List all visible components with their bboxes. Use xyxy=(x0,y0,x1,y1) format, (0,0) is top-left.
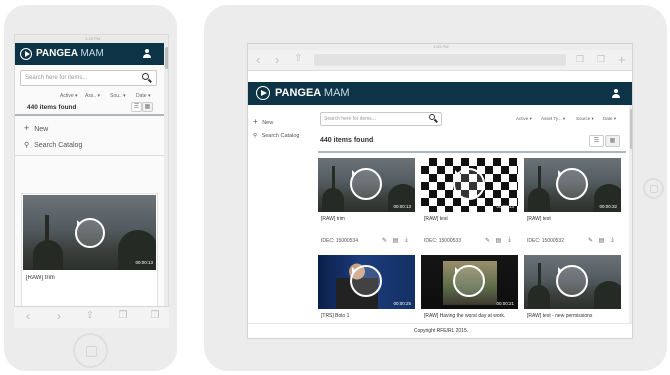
phone-new-label: New xyxy=(34,126,49,133)
asset-card[interactable]: 00:00:13 [RAW] trim IDEC: 15000534 ✎ ▤ ⤓ xyxy=(318,158,415,248)
card-thumbnail[interactable]: 00:00:13 xyxy=(421,158,518,212)
asset-card[interactable]: 00:00:32 [RAW] test IDEC: 15000532 ✎ ▤ ⤓ xyxy=(524,158,621,248)
phone-card-thumbnail[interactable]: 00:00:13 xyxy=(23,195,156,270)
search-icon[interactable] xyxy=(142,73,152,83)
forward-icon[interactable]: › xyxy=(52,309,66,323)
search-icon: ⚲ xyxy=(24,142,30,149)
card-title: [RAW] trim xyxy=(321,216,345,222)
brand-suffix: MAM xyxy=(80,48,104,59)
tablet-footer: Copyright RFE/RL 2015. xyxy=(248,323,632,338)
phone-home-button[interactable] xyxy=(73,333,108,368)
download-icon[interactable]: ⤓ xyxy=(505,237,514,244)
phone-browser-toolbar: ‹ › ⇧ ❒ ❐ xyxy=(14,306,169,328)
phone-asset-card[interactable]: 00:00:13 [RAW] trim xyxy=(21,193,158,311)
card-title: [RAW] test xyxy=(424,216,448,222)
phone-filter-date[interactable]: Date ▾ xyxy=(136,93,150,99)
download-icon[interactable]: ⤓ xyxy=(608,237,617,244)
phone-filter-asset[interactable]: Ass.. ▾ xyxy=(85,93,100,99)
phone-items-count: 440 items found xyxy=(27,104,77,111)
tablet-card-grid: 00:00:13 [RAW] trim IDEC: 15000534 ✎ ▤ ⤓ 00:00… xyxy=(248,44,632,338)
phone-search-input[interactable]: Search here for items... xyxy=(20,70,157,86)
card-thumbnail[interactable]: 00:00:32 xyxy=(524,158,621,212)
edit-icon[interactable]: ✎ xyxy=(586,237,595,244)
card-title: [TRS] Bolo 1 xyxy=(321,313,350,319)
edit-icon[interactable]: ✎ xyxy=(483,237,492,244)
phone-list-view-icon[interactable]: ☰ xyxy=(131,102,142,112)
phone-status-bar: 1:43 PM xyxy=(15,35,168,43)
play-icon[interactable] xyxy=(556,265,588,297)
card-title: [RAW] test - new permissions xyxy=(527,313,593,319)
card-title: [RAW] test xyxy=(527,216,551,222)
delete-icon[interactable]: ▤ xyxy=(391,237,400,244)
phone-card-duration: 00:00:13 xyxy=(135,260,153,265)
phone-search-catalog-button[interactable]: ⚲ Search Catalog xyxy=(24,141,82,149)
card-thumbnail[interactable] xyxy=(524,255,621,309)
plus-icon: + xyxy=(24,123,30,133)
card-duration: 00:00:13 xyxy=(393,204,411,209)
phone-status-time: 1:43 PM xyxy=(85,36,100,41)
edit-icon[interactable]: ✎ xyxy=(380,237,389,244)
phone-filter-source[interactable]: Sou.. ▾ xyxy=(110,93,126,99)
card-id: IDEC: 15000534 xyxy=(321,238,358,244)
play-icon[interactable] xyxy=(350,265,382,297)
phone-search-catalog-label: Search Catalog xyxy=(34,142,83,149)
brand-name: PANGEA xyxy=(36,48,78,59)
phone-new-button[interactable]: + New xyxy=(24,123,48,133)
phone-search-placeholder: Search here for items... xyxy=(25,75,88,81)
play-icon[interactable] xyxy=(453,168,485,200)
card-id: IDEC: 15000532 xyxy=(527,238,564,244)
card-id: IDEC: 15000533 xyxy=(424,238,461,244)
play-icon[interactable] xyxy=(556,168,588,200)
tabs-icon[interactable]: ❐ xyxy=(148,310,162,321)
share-icon[interactable]: ⇧ xyxy=(83,310,97,321)
card-thumbnail[interactable]: 00:00:21 xyxy=(421,255,518,309)
card-duration: 00:00:21 xyxy=(496,301,514,306)
back-icon[interactable]: ‹ xyxy=(21,309,35,323)
delete-icon[interactable]: ▤ xyxy=(494,237,503,244)
download-icon[interactable]: ⤓ xyxy=(402,237,411,244)
phone-app-header: PANGEA MAM xyxy=(15,43,164,65)
pangea-logo-icon[interactable] xyxy=(20,48,32,60)
card-thumbnail[interactable]: 00:00:13 xyxy=(318,158,415,212)
phone-divider xyxy=(15,114,164,116)
card-thumbnail[interactable]: 00:00:25 xyxy=(318,255,415,309)
phone-grid-view-icon[interactable]: ▦ xyxy=(142,102,153,112)
delete-icon[interactable]: ▤ xyxy=(597,237,606,244)
play-icon[interactable] xyxy=(350,168,382,200)
tablet-home-button[interactable] xyxy=(643,178,664,199)
phone-screen: 1:43 PM PANGEA MAM Search here for items… xyxy=(14,34,169,328)
bookmark-icon[interactable]: ❒ xyxy=(116,310,130,321)
phone-card-title: [RAW] trim xyxy=(26,275,55,281)
play-icon[interactable] xyxy=(75,218,105,248)
play-icon[interactable] xyxy=(453,265,485,297)
card-duration: 00:00:32 xyxy=(599,204,617,209)
copyright-text: Copyright RFE/RL 2015. xyxy=(413,328,469,334)
card-duration: 00:00:25 xyxy=(393,301,411,306)
phone-filter-active[interactable]: Active ▾ xyxy=(60,93,78,99)
phone-scrollbar[interactable] xyxy=(164,43,168,327)
tablet-screen: 1:43 PM ‹ › ⇧ ❒ ❐ + PANGEA MAM + New ⚲ S… xyxy=(247,43,633,339)
asset-card[interactable]: 00:00:13 [RAW] test IDEC: 15000533 ✎ ▤ ⤓ xyxy=(421,158,518,248)
card-duration: 00:00:13 xyxy=(496,204,514,209)
phone-brand[interactable]: PANGEA MAM xyxy=(36,48,104,60)
phone-divider-2 xyxy=(15,155,164,156)
card-title: [RAW] Having the worst day at work. xyxy=(424,313,506,319)
user-icon[interactable] xyxy=(143,49,151,58)
